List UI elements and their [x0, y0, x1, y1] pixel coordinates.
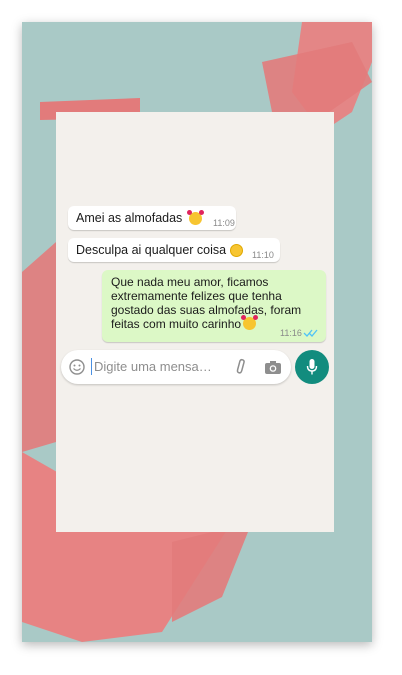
text-caret [91, 358, 92, 375]
camera-icon[interactable] [264, 359, 282, 375]
reply-line: extremamente felizes que tenha [111, 289, 282, 303]
reply-line: Que nada meu amor, ficamos [111, 275, 269, 289]
mic-icon [306, 359, 318, 375]
double-check-read-icon [303, 329, 318, 337]
smiling-face-with-hearts-icon [241, 315, 259, 330]
reply-line: gostado das suas almofadas, foram [111, 303, 302, 317]
mic-button[interactable] [295, 350, 329, 384]
message-time: 11:10 [252, 250, 274, 260]
paperclip-icon[interactable] [233, 358, 251, 376]
chat-bubble-incoming: Amei as almofadas 11:09 [68, 206, 236, 230]
smiling-face-with-hearts-icon [187, 210, 204, 225]
story-card: Amei as almofadas 11:09 Desculpa ai qual… [22, 22, 372, 642]
chat-bubble-outgoing: Que nada meu amor, ficamos extremamente … [102, 270, 326, 342]
message-time: 11:16 [280, 328, 302, 338]
message-text: Desculpa ai qualquer coisa [76, 243, 227, 257]
reply-line: feitas com muito carinho [111, 315, 301, 331]
message-input-bar[interactable]: Digite uma mensa… [61, 350, 291, 384]
chat-bubble-incoming: Desculpa ai qualquer coisa 11:10 [68, 238, 280, 262]
upside-down-face-icon [230, 244, 243, 257]
message-text: Amei as almofadas [76, 211, 183, 225]
message-input[interactable]: Digite uma mensa… [94, 359, 212, 374]
emoji-icon[interactable] [69, 359, 85, 375]
reply-text: Que nada meu amor, ficamos extremamente … [111, 275, 301, 331]
message-time: 11:09 [213, 218, 235, 228]
